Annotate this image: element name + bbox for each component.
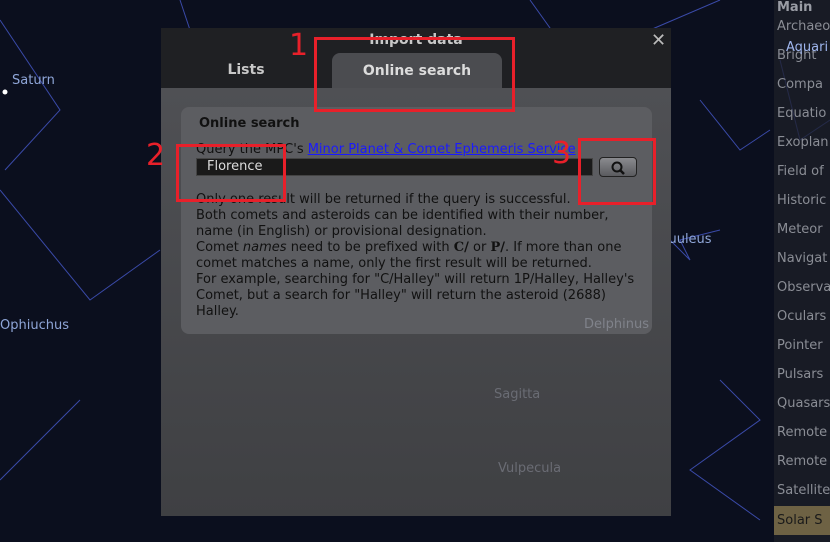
list-item[interactable]: Equatio <box>777 106 830 121</box>
list-item[interactable]: Pointer <box>777 338 830 353</box>
list-item[interactable]: Pulsars <box>777 367 830 382</box>
annotation-box-2 <box>176 144 286 202</box>
sky-label-ophiuchus: Ophiuchus <box>0 318 69 333</box>
t: P/ <box>490 240 505 255</box>
panel-header: Main <box>777 0 813 15</box>
sky-label-saturn: Saturn <box>12 73 55 88</box>
list-item[interactable]: Compa <box>777 77 830 92</box>
close-icon[interactable]: ✕ <box>651 30 666 51</box>
sky-label-delphinus: Delphinus <box>584 317 649 332</box>
list-item-selected[interactable]: Solar S <box>774 506 830 535</box>
annotation-number-3: 3 <box>552 136 572 171</box>
help-line: For example, searching for "C/Halley" wi… <box>196 272 635 319</box>
sky-label-vulpecula: Vulpecula <box>498 461 562 476</box>
list-item[interactable]: Remote <box>777 425 830 440</box>
list-item[interactable]: Meteor <box>777 222 830 237</box>
list-item[interactable]: Field of <box>777 164 830 179</box>
help-line: Comet names need to be prefixed with C/ … <box>196 240 646 272</box>
list-item[interactable]: Archaeo <box>777 19 830 34</box>
list-item[interactable]: Observa <box>777 280 830 295</box>
mpc-service-link[interactable]: Minor Planet & Comet Ephemeris Service <box>308 142 576 157</box>
annotation-number-1: 1 <box>289 28 309 63</box>
sky-label-sagitta: Sagitta <box>494 387 541 402</box>
list-item[interactable]: Satellite <box>777 483 830 498</box>
annotation-box-1 <box>314 37 515 112</box>
help-text: Only one result will be returned if the … <box>196 192 646 320</box>
annotation-number-2: 2 <box>146 138 166 173</box>
t: names <box>242 240 287 255</box>
help-line: Both comets and asteroids can be identif… <box>196 208 609 239</box>
right-panel: Main Archaeo Bright Compa Equatio Exopla… <box>774 0 830 542</box>
t: C/ <box>453 240 469 255</box>
sky-label-aquarius: Aquari <box>786 40 829 55</box>
t: Comet <box>196 240 243 255</box>
list-item[interactable]: Quasars <box>777 396 830 411</box>
list-item[interactable]: Navigat <box>777 251 830 266</box>
list-item[interactable]: Historic <box>777 193 830 208</box>
annotation-box-3 <box>578 138 656 205</box>
t: need to be prefixed with <box>286 240 454 255</box>
list-item[interactable]: Oculars <box>777 309 830 324</box>
tab-lists[interactable]: Lists <box>201 62 291 78</box>
group-title: Online search <box>199 116 300 131</box>
list-item[interactable]: Remote <box>777 454 830 469</box>
t: or <box>468 240 491 255</box>
list-item[interactable]: Exoplan <box>777 135 830 150</box>
